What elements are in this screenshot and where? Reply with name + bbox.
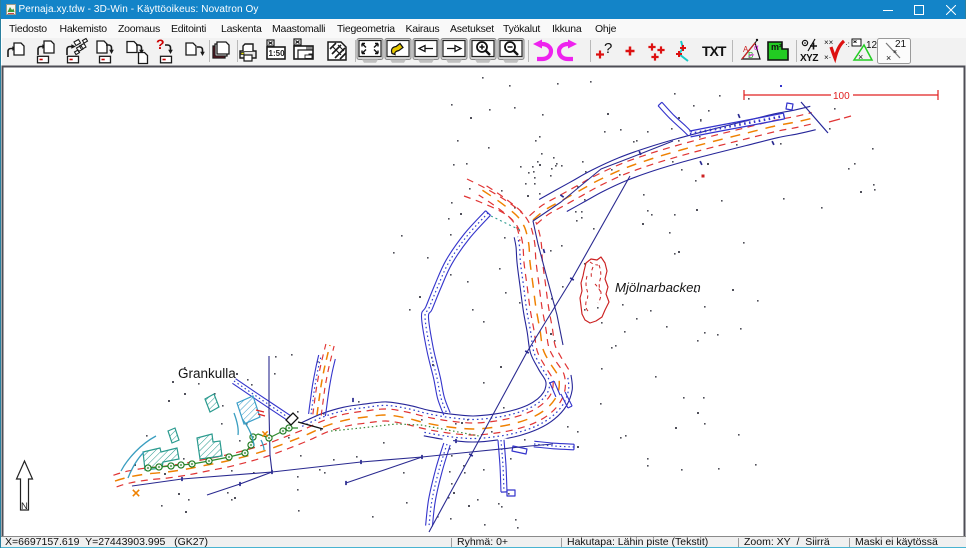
svg-text:·:: ·: [845, 40, 850, 49]
svg-text:12: 12 [866, 40, 878, 51]
svg-text:TXT: TXT [702, 43, 727, 59]
svg-text:×: × [893, 49, 897, 56]
svg-text:×·: ×· [824, 53, 831, 62]
svg-text:100: 100 [833, 91, 850, 102]
svg-text:Mjölnarbacken: Mjölnarbacken [615, 280, 701, 295]
svg-text:α: α [754, 43, 759, 52]
svg-text:Grankulla: Grankulla [178, 366, 236, 381]
svg-text:N: N [21, 501, 28, 512]
svg-text:1:50: 1:50 [269, 49, 286, 58]
svg-text:XYZ: XYZ [800, 53, 818, 64]
svg-text:m²: m² [771, 42, 782, 52]
svg-text:×: × [858, 52, 863, 62]
svg-text:×: × [886, 53, 891, 63]
svg-text:?: ? [604, 40, 612, 57]
svg-text:?: ? [156, 36, 165, 52]
svg-text:××: ×× [824, 38, 834, 47]
